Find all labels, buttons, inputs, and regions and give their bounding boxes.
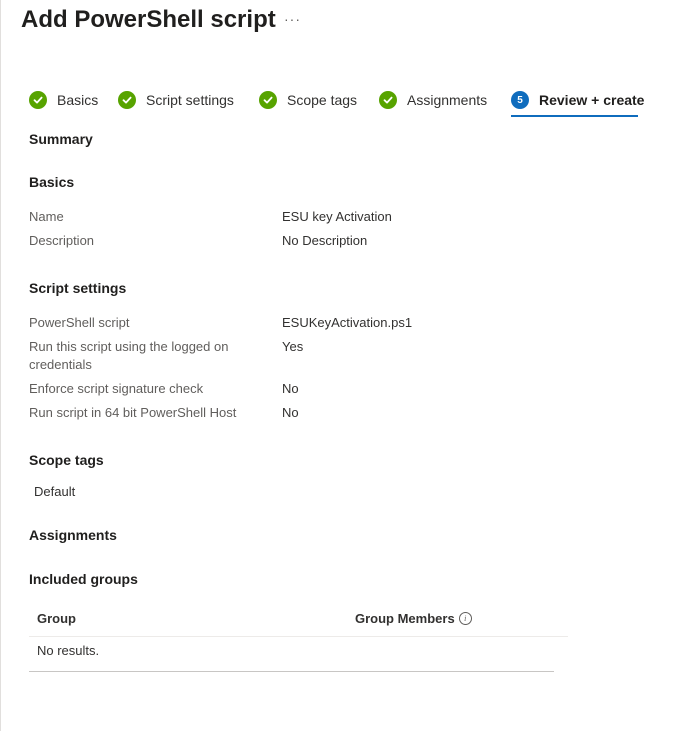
active-tab-indicator xyxy=(511,115,638,117)
checkmark-circle-icon xyxy=(259,91,277,109)
column-header-label: Group Members xyxy=(355,611,455,626)
scope-tags-heading: Scope tags xyxy=(29,452,104,468)
scope-tag-item: Default xyxy=(34,484,76,499)
field-label-powershell-script: PowerShell script xyxy=(29,315,130,330)
field-label-signature-check: Enforce script signature check xyxy=(29,381,204,396)
tab-label: Scope tags xyxy=(287,92,358,108)
tab-assignments[interactable]: Assignments xyxy=(379,89,487,111)
checkmark-circle-icon xyxy=(379,91,397,109)
table-header-divider xyxy=(29,636,568,637)
field-value-run-as-logged-on: Yes xyxy=(282,339,304,354)
checkmark-circle-icon xyxy=(29,91,47,109)
field-value-description: No Description xyxy=(282,233,368,248)
table-bottom-divider xyxy=(29,671,554,672)
tab-scope-tags[interactable]: Scope tags xyxy=(259,89,357,111)
tab-label: Script settings xyxy=(146,92,234,108)
checkmark-circle-icon xyxy=(118,91,136,109)
field-label-run-as-logged-on: Run this script using the logged on cred… xyxy=(29,339,229,372)
tab-label: Basics xyxy=(57,92,99,108)
page-title: Add PowerShell script xyxy=(21,6,276,33)
basics-heading: Basics xyxy=(29,174,75,190)
included-groups-heading: Included groups xyxy=(29,571,138,587)
field-value-name: ESU key Activation xyxy=(282,209,392,224)
column-header-label: Group xyxy=(37,611,76,626)
column-header-group: Group xyxy=(37,611,76,626)
more-options-icon[interactable]: ··· xyxy=(284,11,301,27)
tab-script-settings[interactable]: Script settings xyxy=(118,89,234,111)
assignments-heading: Assignments xyxy=(29,527,117,543)
tab-review-create[interactable]: 5 Review + create xyxy=(511,89,644,111)
step-number-badge: 5 xyxy=(511,91,529,109)
tab-label: Assignments xyxy=(407,92,488,108)
tab-basics[interactable]: Basics xyxy=(29,89,98,111)
field-value-powershell-script: ESUKeyActivation.ps1 xyxy=(282,315,413,330)
info-icon[interactable]: i xyxy=(458,612,472,625)
field-label-name: Name xyxy=(29,209,64,224)
column-header-group-members: Group Members i xyxy=(355,611,472,626)
field-value-64bit-host: No xyxy=(282,405,299,420)
field-label-description: Description xyxy=(29,233,95,248)
summary-heading: Summary xyxy=(29,131,93,147)
tab-label: Review + create xyxy=(539,92,645,108)
panel-left-border xyxy=(0,0,1,731)
field-label-64bit-host: Run script in 64 bit PowerShell Host xyxy=(29,405,237,420)
script-settings-heading: Script settings xyxy=(29,280,127,296)
field-value-signature-check: No xyxy=(282,381,299,396)
empty-results-text: No results. xyxy=(37,643,100,658)
